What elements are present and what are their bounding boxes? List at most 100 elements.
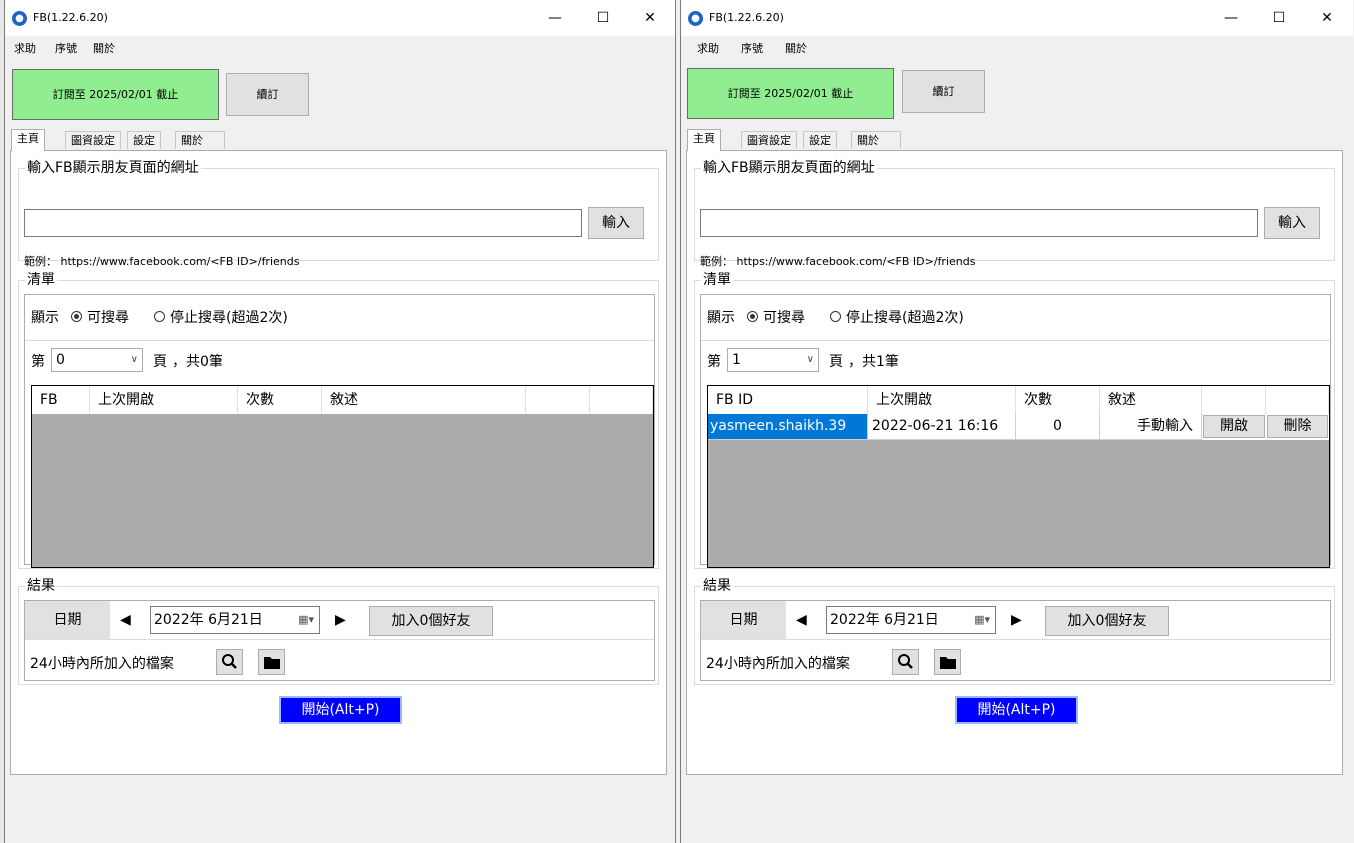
tab-home[interactable]: 主頁 xyxy=(687,129,721,151)
page-suffix: 頁 xyxy=(153,354,167,370)
search-icon xyxy=(898,654,913,669)
subscription-status: 訂閱至 2025/02/01 截止 xyxy=(687,68,894,119)
start-button[interactable]: 開始(Alt+P) xyxy=(279,696,402,724)
prev-date-icon[interactable]: ◀ xyxy=(120,612,131,628)
radio-searchable-label[interactable]: 可搜尋 xyxy=(87,307,129,327)
page-select[interactable]: 0 ∨ xyxy=(51,348,143,372)
friend-grid[interactable]: FB ID 上次開啟 次數 敘述 yasmeen.shaikh.39 2022-… xyxy=(707,385,1330,568)
search-files-button[interactable] xyxy=(216,649,243,675)
col-open[interactable] xyxy=(1202,386,1266,414)
renew-button[interactable]: 續訂 xyxy=(902,70,985,113)
menu-serial[interactable]: 序號 xyxy=(741,40,763,56)
url-group-title: 輸入FB顯示朋友頁面的網址 xyxy=(25,159,201,177)
minimize-icon[interactable]: — xyxy=(541,6,569,30)
radio-stopped[interactable] xyxy=(154,311,165,322)
menu-help[interactable]: 求助 xyxy=(697,40,719,56)
search-icon xyxy=(222,654,237,669)
radio-stopped[interactable] xyxy=(830,311,841,322)
col-description[interactable]: 敘述 xyxy=(322,386,526,414)
radio-searchable-label[interactable]: 可搜尋 xyxy=(763,307,805,327)
menu-about[interactable]: 關於 xyxy=(93,40,115,56)
url-input[interactable] xyxy=(700,209,1258,237)
enter-url-button[interactable]: 輸入 xyxy=(588,207,644,239)
date-picker[interactable]: 2022年 6月21日 ▦▾ xyxy=(150,606,320,634)
add-friends-button[interactable]: 加入0個好友 xyxy=(1045,606,1169,636)
close-icon[interactable]: ✕ xyxy=(636,6,664,30)
result-group: 結果 日期 ◀ 2022年 6月21日 ▦▾ ▶ 加入0個好友 24小時內所加入… xyxy=(694,577,1335,685)
tab-home[interactable]: 主頁 xyxy=(11,129,45,151)
tab-map-settings[interactable]: 圖資設定 xyxy=(65,131,121,149)
url-group: 輸入FB顯示朋友頁面的網址 輸入 範例： https://www.faceboo… xyxy=(694,159,1335,268)
col-description[interactable]: 敘述 xyxy=(1100,386,1202,414)
col-delete[interactable] xyxy=(1266,386,1329,414)
date-value: 2022年 6月21日 xyxy=(830,612,939,628)
col-fb-id[interactable]: FB ID xyxy=(708,386,868,414)
open-button[interactable]: 開啟 xyxy=(1203,415,1265,438)
cell-description[interactable]: 手動輸入 xyxy=(1100,414,1202,440)
delete-button[interactable]: 刪除 xyxy=(1267,415,1328,438)
col-last-opened[interactable]: 上次開啟 xyxy=(90,386,238,414)
next-date-icon[interactable]: ▶ xyxy=(1011,612,1022,628)
maximize-icon[interactable]: ☐ xyxy=(589,6,617,30)
list-box: 顯示 可搜尋 停止搜尋(超過2次) 第 0 ∨ 頁 ，共0筆 FB 上次開啟 次… xyxy=(24,294,655,568)
maximize-icon[interactable]: ☐ xyxy=(1265,6,1293,30)
radio-searchable[interactable] xyxy=(747,311,758,322)
col-delete[interactable] xyxy=(590,386,653,414)
list-group-title: 清單 xyxy=(701,271,733,289)
radio-stopped-label[interactable]: 停止搜尋(超過2次) xyxy=(846,307,964,327)
divider xyxy=(25,340,654,341)
start-button[interactable]: 開始(Alt+P) xyxy=(955,696,1078,724)
divider xyxy=(25,639,654,640)
prev-date-icon[interactable]: ◀ xyxy=(796,612,807,628)
date-picker[interactable]: 2022年 6月21日 ▦▾ xyxy=(826,606,996,634)
renew-button[interactable]: 續訂 xyxy=(226,73,309,116)
tab-about[interactable]: 關於 xyxy=(175,131,225,149)
page-prefix: 第 xyxy=(31,354,45,370)
add-friends-button[interactable]: 加入0個好友 xyxy=(369,606,493,636)
cell-last-opened[interactable]: 2022-06-21 16:16 xyxy=(868,414,1016,440)
cell-count[interactable]: 0 xyxy=(1016,414,1100,440)
tab-map-settings[interactable]: 圖資設定 xyxy=(741,131,797,149)
list-box: 顯示 可搜尋 停止搜尋(超過2次) 第 1 ∨ 頁 ，共1筆 FB ID 上次開… xyxy=(700,294,1331,568)
close-icon[interactable]: ✕ xyxy=(1313,6,1341,30)
col-count[interactable]: 次數 xyxy=(1016,386,1100,414)
col-count[interactable]: 次數 xyxy=(238,386,322,414)
minimize-icon[interactable]: — xyxy=(1217,6,1245,30)
cell-fb-id[interactable]: yasmeen.shaikh.39 xyxy=(708,414,868,440)
next-date-icon[interactable]: ▶ xyxy=(335,612,346,628)
open-folder-button[interactable] xyxy=(934,649,961,675)
title-bar[interactable]: ● FB(1.22.6.20) — ☐ ✕ xyxy=(5,0,675,36)
col-open[interactable] xyxy=(526,386,590,414)
tab-about[interactable]: 關於 xyxy=(851,131,901,149)
page-suffix: 頁 xyxy=(829,354,843,370)
tab-settings[interactable]: 設定 xyxy=(127,131,161,149)
table-row[interactable]: yasmeen.shaikh.39 2022-06-21 16:16 0 手動輸… xyxy=(708,414,1329,440)
url-group-title: 輸入FB顯示朋友頁面的網址 xyxy=(701,159,877,177)
enter-url-button[interactable]: 輸入 xyxy=(1264,207,1320,239)
date-value: 2022年 6月21日 xyxy=(154,612,263,628)
radio-stopped-label[interactable]: 停止搜尋(超過2次) xyxy=(170,307,288,327)
url-input[interactable] xyxy=(24,209,582,237)
menu-help[interactable]: 求助 xyxy=(14,40,36,56)
url-example: 範例： https://www.facebook.com/<FB ID>/fri… xyxy=(24,255,300,268)
menu-about[interactable]: 關於 xyxy=(785,40,807,56)
files-label: 24小時內所加入的檔案 xyxy=(706,656,850,672)
radio-searchable[interactable] xyxy=(71,311,82,322)
calendar-icon[interactable]: ▦▾ xyxy=(298,607,314,633)
calendar-icon[interactable]: ▦▾ xyxy=(974,607,990,633)
home-panel: 輸入FB顯示朋友頁面的網址 輸入 範例： https://www.faceboo… xyxy=(10,150,667,775)
page-select[interactable]: 1 ∨ xyxy=(727,348,819,372)
chevron-down-icon: ∨ xyxy=(806,354,814,365)
col-last-opened[interactable]: 上次開啟 xyxy=(868,386,1016,414)
tab-settings[interactable]: 設定 xyxy=(803,131,837,149)
open-folder-button[interactable] xyxy=(258,649,285,675)
window-title: FB(1.22.6.20) xyxy=(33,11,108,24)
folder-icon xyxy=(264,657,280,669)
list-group-title: 清單 xyxy=(25,271,57,289)
search-files-button[interactable] xyxy=(892,649,919,675)
total-count: ，共1筆 xyxy=(848,354,899,370)
friend-grid[interactable]: FB 上次開啟 次數 敘述 xyxy=(31,385,654,568)
col-fb[interactable]: FB xyxy=(32,386,90,414)
menu-serial[interactable]: 序號 xyxy=(55,40,77,56)
title-bar[interactable]: ● FB(1.22.6.20) — ☐ ✕ xyxy=(681,0,1353,36)
